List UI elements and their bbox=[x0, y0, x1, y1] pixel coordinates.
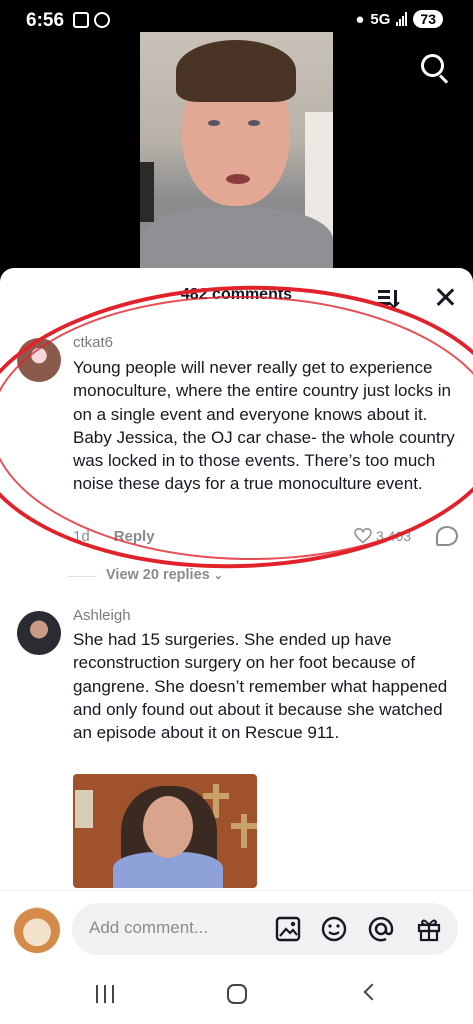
chevron-down-icon: ⌄ bbox=[213, 570, 223, 582]
like-count: 3,403 bbox=[376, 528, 412, 544]
video-player[interactable] bbox=[140, 32, 333, 272]
gift-icon[interactable] bbox=[416, 916, 442, 942]
recents-icon[interactable] bbox=[96, 985, 116, 1003]
location-icon: ● bbox=[355, 10, 365, 28]
avatar[interactable] bbox=[14, 907, 60, 953]
comment-input[interactable]: Add comment... bbox=[72, 903, 458, 955]
dislike-icon[interactable] bbox=[436, 526, 458, 546]
comment-image[interactable] bbox=[73, 774, 257, 888]
signal-icon bbox=[396, 12, 408, 26]
back-icon[interactable] bbox=[363, 983, 381, 1001]
sort-icon[interactable] bbox=[378, 288, 402, 309]
comment-username[interactable]: Ashleigh bbox=[73, 607, 131, 624]
like-button[interactable]: 3,403 bbox=[354, 527, 412, 544]
comment-count: 482 comments bbox=[180, 286, 293, 303]
search-icon[interactable] bbox=[421, 54, 451, 84]
comment-text: Young people will never really get to ex… bbox=[73, 358, 455, 494]
avatar[interactable] bbox=[17, 611, 61, 655]
close-icon[interactable] bbox=[434, 286, 456, 308]
alarm-icon bbox=[94, 12, 110, 28]
home-icon[interactable] bbox=[227, 984, 247, 1004]
comment-username[interactable]: ctkat6 bbox=[73, 334, 113, 351]
reply-button[interactable]: Reply bbox=[114, 528, 155, 545]
system-nav-bar bbox=[0, 960, 473, 1024]
battery-level: 73 bbox=[413, 10, 443, 28]
avatar[interactable] bbox=[17, 338, 61, 382]
network-label: 5G bbox=[370, 10, 391, 28]
comment-input-bar: Add comment... bbox=[0, 890, 473, 960]
image-icon[interactable] bbox=[275, 916, 301, 942]
comments-header: 482 comments bbox=[0, 268, 473, 320]
view-replies-button[interactable]: View 20 replies ⌄ bbox=[106, 567, 223, 583]
notification-icon bbox=[73, 12, 89, 28]
status-time: 6:56 bbox=[26, 10, 65, 31]
emoji-icon[interactable] bbox=[321, 916, 347, 942]
heart-icon bbox=[354, 527, 372, 544]
comment-text: She had 15 surgeries. She ended up have … bbox=[73, 630, 448, 743]
view-replies-label: View 20 replies bbox=[106, 567, 210, 583]
comment-input-placeholder: Add comment... bbox=[89, 918, 209, 937]
comment-time: 1d bbox=[73, 528, 90, 545]
mention-icon[interactable] bbox=[368, 916, 394, 942]
